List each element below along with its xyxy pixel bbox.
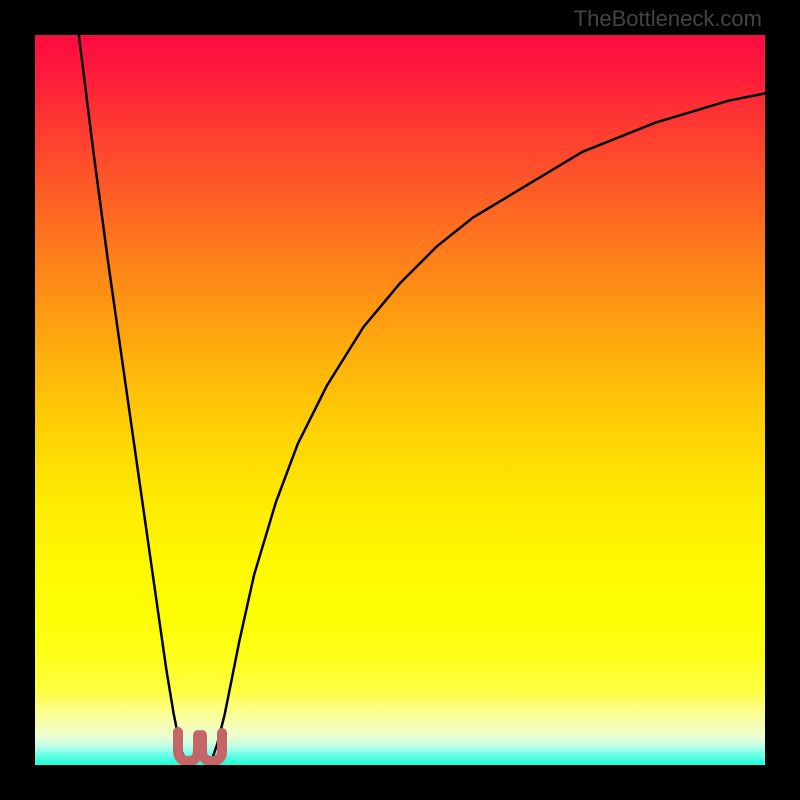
curve-left-branch <box>79 35 189 765</box>
curve-right-branch <box>210 93 765 765</box>
chart-svg <box>35 35 765 765</box>
plot-area <box>35 35 765 765</box>
attribution-text: TheBottleneck.com <box>574 6 762 32</box>
chart-frame: TheBottleneck.com <box>0 0 800 800</box>
